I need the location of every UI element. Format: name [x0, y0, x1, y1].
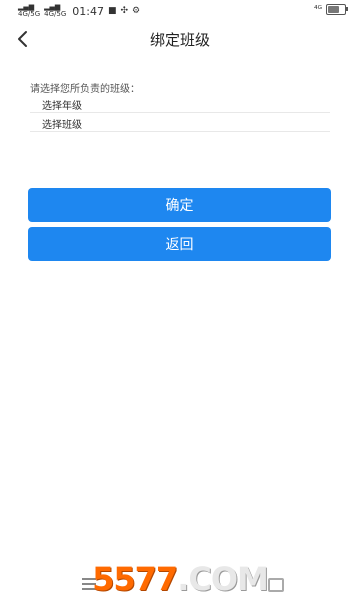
- 4g-icon: ⁴ᴳ: [314, 4, 322, 15]
- battery-icon: [326, 4, 348, 15]
- grade-select[interactable]: 选择年级: [30, 95, 330, 113]
- settings-icon: ✣: [120, 6, 129, 16]
- signal-icon: ▂▄▆ 4G/5G: [44, 3, 67, 18]
- form-label: 请选择您所负责的班级：: [30, 84, 140, 95]
- watermark: 5577.COM: [0, 560, 360, 598]
- watermark-number: 5577: [92, 560, 178, 598]
- battery-level: [328, 6, 339, 13]
- vpn-icon: ⚙: [132, 6, 141, 16]
- status-bar: ▂▄▆ 4G/5G ▂▄▆ 4G/5G 01:47 ■ ✣ ⚙ ⁴ᴳ: [0, 0, 360, 22]
- status-right: ⁴ᴳ: [314, 4, 348, 15]
- signal-icon: ▂▄▆ 4G/5G: [18, 3, 41, 18]
- messenger-icon: ■: [107, 6, 117, 16]
- status-left: ▂▄▆ 4G/5G ▂▄▆ 4G/5G 01:47 ■ ✣ ⚙: [0, 4, 140, 18]
- status-time: 01:47: [72, 4, 104, 18]
- back-button[interactable]: 返回: [28, 227, 331, 261]
- class-select-label: 选择班级: [42, 120, 82, 131]
- title-bar: 绑定班级: [0, 22, 360, 56]
- grade-select-label: 选择年级: [42, 101, 82, 112]
- confirm-button[interactable]: 确定: [28, 188, 331, 222]
- page-title: 绑定班级: [149, 31, 210, 49]
- watermark-domain: .COM: [177, 560, 269, 598]
- class-select[interactable]: 选择班级: [30, 114, 330, 132]
